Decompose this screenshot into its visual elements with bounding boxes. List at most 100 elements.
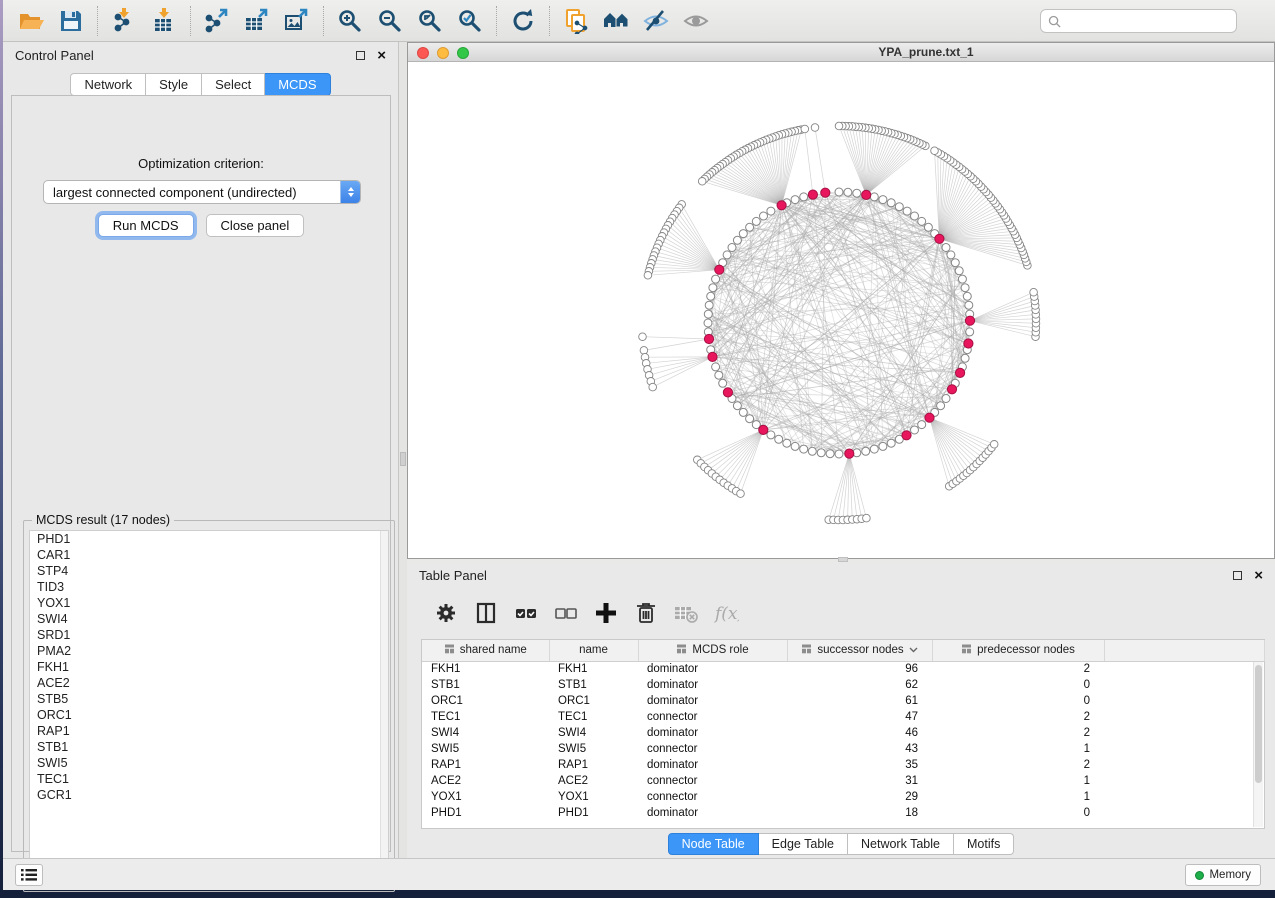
add-icon[interactable]: [591, 598, 621, 628]
export-image-icon[interactable]: [277, 4, 317, 38]
show-panels-button[interactable]: [15, 864, 43, 886]
import-table-icon[interactable]: [144, 4, 184, 38]
result-node-item[interactable]: SWI4: [30, 611, 388, 627]
cell-: [1104, 741, 1264, 757]
result-node-item[interactable]: YOX1: [30, 595, 388, 611]
minimize-window-icon[interactable]: [437, 47, 449, 59]
result-node-item[interactable]: STB1: [30, 739, 388, 755]
select-all-icon[interactable]: [511, 598, 541, 628]
column-header-filler: [1104, 640, 1264, 661]
column-header-successor-nodes[interactable]: successor nodes: [787, 640, 932, 661]
table-row[interactable]: RAP1RAP1dominator352: [422, 757, 1264, 773]
export-network-icon[interactable]: [197, 4, 237, 38]
result-node-item[interactable]: FKH1: [30, 659, 388, 675]
network-window-titlebar: YPA_prune.txt_1: [408, 43, 1274, 62]
cell-predecessor-nodes: 2: [932, 757, 1104, 773]
table-row[interactable]: ORC1ORC1dominator610: [422, 693, 1264, 709]
table-row[interactable]: FKH1FKH1dominator962: [422, 661, 1264, 677]
result-node-item[interactable]: TID3: [30, 579, 388, 595]
close-panel-button[interactable]: Close panel: [206, 214, 305, 237]
table-row[interactable]: SWI5SWI5connector431: [422, 741, 1264, 757]
table-row[interactable]: STB1STB1dominator620: [422, 677, 1264, 693]
table-row[interactable]: TEC1TEC1connector472: [422, 709, 1264, 725]
close-panel-icon[interactable]: ×: [377, 51, 386, 60]
cell-: [1104, 661, 1264, 677]
column-header-shared-name[interactable]: shared name: [422, 640, 549, 661]
result-node-item[interactable]: PMA2: [30, 643, 388, 659]
table-scrollbar-thumb[interactable]: [1255, 665, 1262, 783]
cell-: [1104, 725, 1264, 741]
table-row[interactable]: YOX1YOX1connector291: [422, 789, 1264, 805]
tab-edge-table[interactable]: Edge Table: [759, 833, 848, 855]
cell-shared-name: SWI4: [422, 725, 549, 741]
import-network-icon[interactable]: [104, 4, 144, 38]
result-list-scrollbar[interactable]: [380, 531, 388, 885]
result-node-item[interactable]: SRD1: [30, 627, 388, 643]
result-node-item[interactable]: ACE2: [30, 675, 388, 691]
table-row[interactable]: PHD1PHD1dominator180: [422, 805, 1264, 821]
delete-icon[interactable]: [631, 598, 661, 628]
cell-MCDS-role: connector: [638, 741, 787, 757]
criterion-select[interactable]: largest connected component (undirected): [43, 180, 361, 204]
cell-shared-name: STB1: [422, 677, 549, 693]
horizontal-splitter-handle[interactable]: [838, 557, 848, 562]
result-node-item[interactable]: ORC1: [30, 707, 388, 723]
tab-node-table[interactable]: Node Table: [668, 833, 759, 855]
zoom-out-icon[interactable]: [370, 4, 410, 38]
tab-motifs[interactable]: Motifs: [954, 833, 1014, 855]
result-node-item[interactable]: CAR1: [30, 547, 388, 563]
tab-mcds[interactable]: MCDS: [265, 73, 330, 96]
result-node-item[interactable]: SWI5: [30, 755, 388, 771]
close-window-icon[interactable]: [417, 47, 429, 59]
open-file-icon[interactable]: [11, 4, 51, 38]
vertical-splitter[interactable]: [399, 42, 407, 858]
splitter-handle[interactable]: [400, 452, 406, 466]
cell-MCDS-role: dominator: [638, 661, 787, 677]
cell-name: RAP1: [549, 757, 638, 773]
float-panel-icon[interactable]: [356, 51, 365, 60]
columns-icon[interactable]: [471, 598, 501, 628]
search-field: [1040, 9, 1237, 33]
result-node-item[interactable]: STP4: [30, 563, 388, 579]
tab-network-table[interactable]: Network Table: [848, 833, 954, 855]
run-mcds-button[interactable]: Run MCDS: [98, 214, 194, 237]
tab-style[interactable]: Style: [146, 73, 202, 96]
result-node-item[interactable]: STB5: [30, 691, 388, 707]
network-canvas[interactable]: [408, 62, 1274, 558]
table-type-tabs: Node TableEdge TableNetwork TableMotifs: [407, 833, 1275, 855]
tab-network[interactable]: Network: [70, 73, 146, 96]
toolbar-icon-group: [3, 4, 716, 38]
table-row[interactable]: ACE2ACE2connector311: [422, 773, 1264, 789]
column-header-name[interactable]: name: [549, 640, 638, 661]
zoom-window-icon[interactable]: [457, 47, 469, 59]
zoom-fit-icon[interactable]: [410, 4, 450, 38]
save-session-icon[interactable]: [51, 4, 91, 38]
result-node-item[interactable]: GCR1: [30, 787, 388, 803]
zoom-selected-icon[interactable]: [450, 4, 490, 38]
search-input[interactable]: [1065, 11, 1236, 31]
close-table-panel-icon[interactable]: ×: [1254, 571, 1263, 580]
deselect-all-icon[interactable]: [551, 598, 581, 628]
column-header-predecessor-nodes[interactable]: predecessor nodes: [932, 640, 1104, 661]
result-node-item[interactable]: TEC1: [30, 771, 388, 787]
table-row[interactable]: SWI4SWI4dominator462: [422, 725, 1264, 741]
clone-network-icon[interactable]: [556, 4, 596, 38]
shared-column-icon: [801, 644, 812, 657]
cell-name: STB1: [549, 677, 638, 693]
export-table-icon[interactable]: [237, 4, 277, 38]
show-all-icon[interactable]: [676, 4, 716, 38]
memory-button[interactable]: Memory: [1185, 864, 1261, 886]
refresh-icon[interactable]: [503, 4, 543, 38]
gear-icon[interactable]: [431, 598, 461, 628]
column-header-MCDS-role[interactable]: MCDS role: [638, 640, 787, 661]
zoom-in-icon[interactable]: [330, 4, 370, 38]
tab-select[interactable]: Select: [202, 73, 265, 96]
cell-: [1104, 773, 1264, 789]
result-node-item[interactable]: RAP1: [30, 723, 388, 739]
float-table-panel-icon[interactable]: [1233, 571, 1242, 580]
satellite-fans: [639, 122, 1040, 524]
result-node-item[interactable]: PHD1: [30, 531, 388, 547]
first-neighbors-icon[interactable]: [596, 4, 636, 38]
control-panel-titlebar: Control Panel ×: [3, 42, 398, 68]
hide-selected-icon[interactable]: [636, 4, 676, 38]
